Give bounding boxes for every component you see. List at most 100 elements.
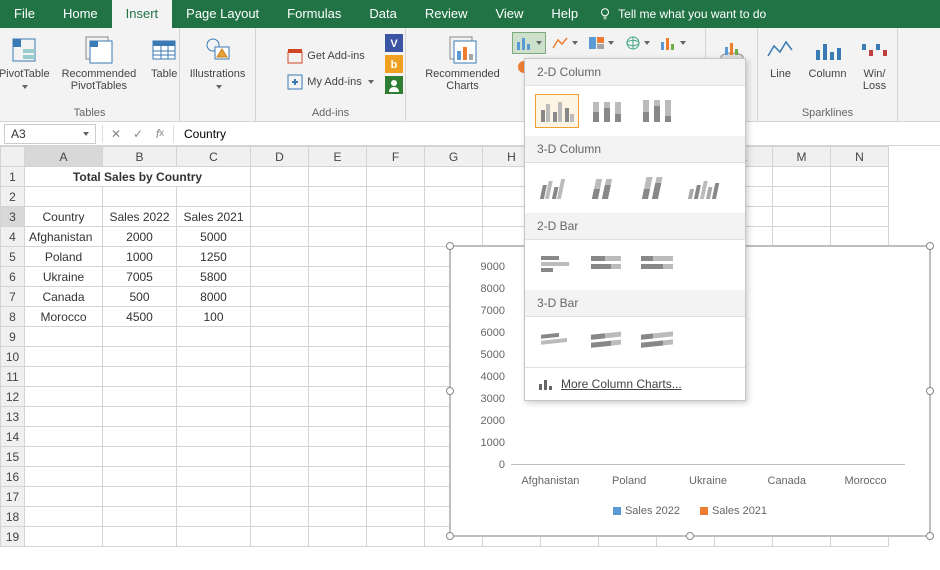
insert-pivotchart-button[interactable] (656, 32, 690, 54)
row-header[interactable]: 4 (1, 227, 25, 247)
cell[interactable]: 7005 (103, 267, 177, 287)
bing-icon[interactable]: b (385, 55, 403, 73)
cell[interactable]: 8000 (177, 287, 251, 307)
cell[interactable]: 500 (103, 287, 177, 307)
3d-stacked-bar-option[interactable] (585, 325, 629, 359)
cell[interactable]: Ukraine (25, 267, 103, 287)
people-icon[interactable] (385, 76, 403, 94)
insert-column-chart-button[interactable] (512, 32, 546, 54)
row-header[interactable]: 5 (1, 247, 25, 267)
stacked-bar-option[interactable] (585, 248, 629, 282)
3d-stacked-column-option[interactable] (585, 171, 629, 205)
tab-insert[interactable]: Insert (112, 0, 173, 28)
select-all-cell[interactable] (1, 147, 25, 167)
cell[interactable]: 1250 (177, 247, 251, 267)
col-header-E[interactable]: E (309, 147, 367, 167)
visio-icon[interactable]: V (385, 34, 403, 52)
row-header[interactable]: 6 (1, 267, 25, 287)
tab-view[interactable]: View (481, 0, 537, 28)
col-header-A[interactable]: A (25, 147, 103, 167)
cell[interactable]: Afghanistan (25, 227, 103, 247)
enter-formula-button[interactable]: ✓ (127, 123, 149, 145)
table-button[interactable]: Table (144, 32, 184, 82)
tab-help[interactable]: Help (537, 0, 592, 28)
resize-handle[interactable] (686, 532, 694, 540)
resize-handle[interactable] (446, 532, 454, 540)
row-header[interactable]: 2 (1, 187, 25, 207)
col-header-B[interactable]: B (103, 147, 177, 167)
row-header[interactable]: 10 (1, 347, 25, 367)
clustered-bar-option[interactable] (535, 248, 579, 282)
pivottable-button[interactable]: PivotTable (0, 32, 54, 94)
col-header-F[interactable]: F (367, 147, 425, 167)
row-header[interactable]: 14 (1, 427, 25, 447)
tab-home[interactable]: Home (49, 0, 112, 28)
row-header[interactable]: 9 (1, 327, 25, 347)
spreadsheet-grid[interactable]: A B C D E F G H I J K L M N 1Total Sales… (0, 146, 940, 547)
3d-stacked100-bar-option[interactable] (635, 325, 679, 359)
tab-formulas[interactable]: Formulas (273, 0, 355, 28)
row-header[interactable]: 13 (1, 407, 25, 427)
insert-hierarchy-chart-button[interactable] (584, 32, 618, 54)
cancel-formula-button[interactable]: ✕ (105, 123, 127, 145)
3d-column-option[interactable] (685, 171, 729, 205)
resize-handle[interactable] (926, 532, 934, 540)
row-header[interactable]: 16 (1, 467, 25, 487)
cell[interactable]: Total Sales by Country (25, 167, 251, 187)
cell[interactable]: 1000 (103, 247, 177, 267)
clustered-column-option[interactable] (535, 94, 579, 128)
insert-function-button[interactable]: fx (149, 123, 171, 145)
get-addins-button[interactable]: Get Add-ins (283, 46, 368, 66)
resize-handle[interactable] (926, 387, 934, 395)
name-box[interactable]: A3 (4, 124, 96, 144)
cell[interactable]: Morocco (25, 307, 103, 327)
cell[interactable]: Canada (25, 287, 103, 307)
row-header[interactable]: 15 (1, 447, 25, 467)
row-header[interactable]: 7 (1, 287, 25, 307)
row-header[interactable]: 8 (1, 307, 25, 327)
sparkline-winloss-button[interactable]: Win/ Loss (854, 32, 894, 94)
resize-handle[interactable] (446, 387, 454, 395)
insert-line-chart-button[interactable] (548, 32, 582, 54)
tell-me-search[interactable]: Tell me what you want to do (598, 7, 766, 21)
more-column-charts-button[interactable]: More Column Charts... (525, 367, 745, 400)
stacked-column-option[interactable] (585, 94, 629, 128)
cell[interactable]: 5800 (177, 267, 251, 287)
cell[interactable]: 2000 (103, 227, 177, 247)
resize-handle[interactable] (446, 242, 454, 250)
col-header-C[interactable]: C (177, 147, 251, 167)
cell[interactable]: Poland (25, 247, 103, 267)
insert-map-chart-button[interactable] (620, 32, 654, 54)
row-header[interactable]: 12 (1, 387, 25, 407)
cell[interactable]: Country (25, 207, 103, 227)
tab-review[interactable]: Review (411, 0, 482, 28)
row-header[interactable]: 19 (1, 527, 25, 547)
row-header[interactable]: 18 (1, 507, 25, 527)
row-header[interactable]: 3 (1, 207, 25, 227)
row-header[interactable]: 11 (1, 367, 25, 387)
col-header-D[interactable]: D (251, 147, 309, 167)
recommended-charts-button[interactable]: Recommended Charts (421, 32, 504, 94)
cell[interactable]: 5000 (177, 227, 251, 247)
tab-page-layout[interactable]: Page Layout (172, 0, 273, 28)
cell[interactable]: 4500 (103, 307, 177, 327)
col-header-G[interactable]: G (425, 147, 483, 167)
my-addins-button[interactable]: My Add-ins (283, 72, 377, 92)
3d-clustered-column-option[interactable] (535, 171, 579, 205)
stacked100-bar-option[interactable] (635, 248, 679, 282)
recommended-pivot-button[interactable]: Recommended PivotTables (58, 32, 141, 94)
stacked100-column-option[interactable] (635, 94, 679, 128)
tab-data[interactable]: Data (355, 0, 410, 28)
3d-clustered-bar-option[interactable] (535, 325, 579, 359)
row-header[interactable]: 1 (1, 167, 25, 187)
col-header-N[interactable]: N (831, 147, 889, 167)
tab-file[interactable]: File (0, 0, 49, 28)
cell[interactable]: Sales 2021 (177, 207, 251, 227)
sparkline-line-button[interactable]: Line (761, 32, 801, 82)
illustrations-button[interactable]: Illustrations (186, 32, 250, 94)
col-header-M[interactable]: M (773, 147, 831, 167)
cell[interactable]: 100 (177, 307, 251, 327)
resize-handle[interactable] (926, 242, 934, 250)
3d-stacked100-column-option[interactable] (635, 171, 679, 205)
cell[interactable]: Sales 2022 (103, 207, 177, 227)
